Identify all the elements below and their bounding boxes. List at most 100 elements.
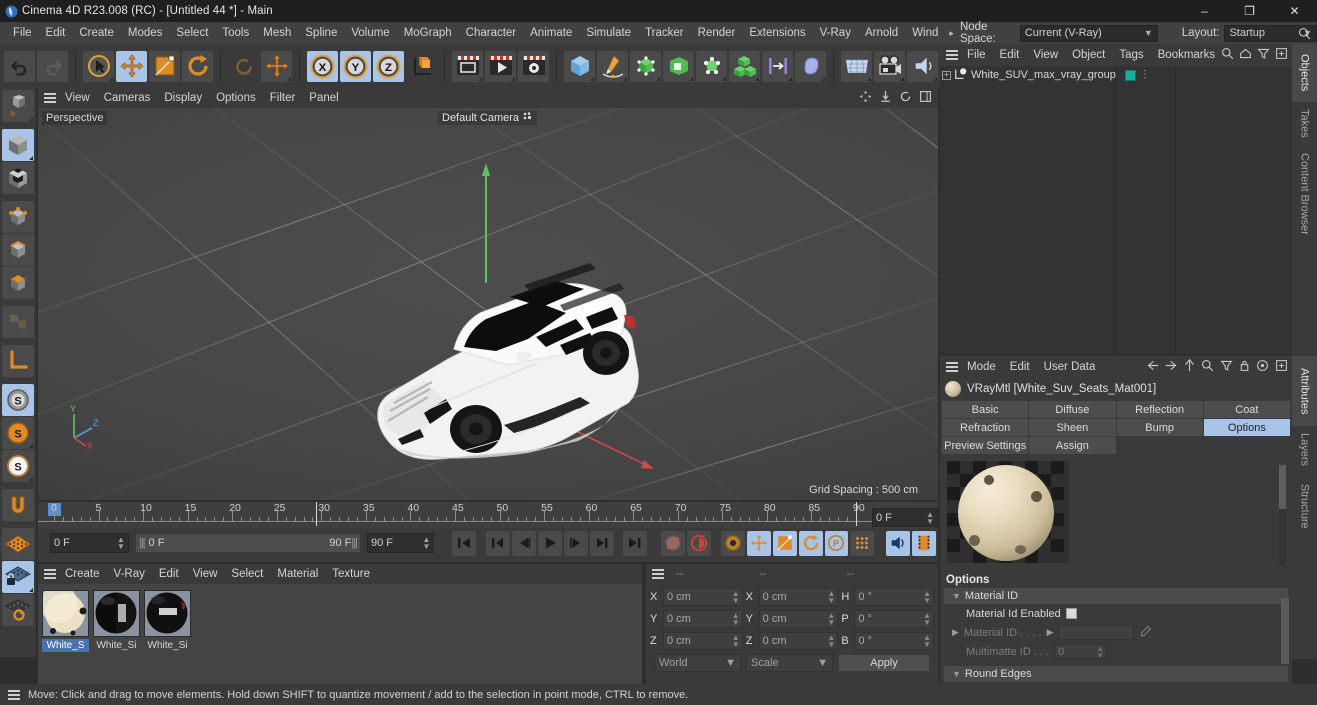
close-button[interactable]: ✕	[1272, 0, 1317, 22]
menu-character[interactable]: Character	[459, 22, 524, 44]
viewport-menu-cameras[interactable]: Cameras	[97, 88, 158, 108]
mograph-cloner-button[interactable]	[729, 50, 760, 82]
attribute-scrollbar-thumb[interactable]	[1281, 598, 1289, 664]
coord-field-size-z[interactable]: 0 cm ▲ ▼	[758, 632, 839, 650]
viewport-menu-options[interactable]: Options	[209, 88, 263, 108]
viewport-menu-view[interactable]: View	[58, 88, 97, 108]
tab-basic[interactable]: Basic	[942, 401, 1029, 418]
attribute-manager-hamburger-icon[interactable]	[944, 360, 960, 374]
render-to-picture-viewer-button[interactable]	[485, 50, 516, 82]
deformer-button[interactable]	[696, 50, 727, 82]
menu-tracker[interactable]: Tracker	[638, 22, 691, 44]
render-view-button[interactable]	[452, 50, 483, 82]
tab-sheen[interactable]: Sheen	[1029, 419, 1116, 436]
redo-button[interactable]	[37, 50, 68, 82]
spinner-icon[interactable]: ▲ ▼	[732, 590, 740, 605]
coord-field-pos-x[interactable]: 0 cm ▲ ▼	[663, 588, 743, 606]
snap-white-button[interactable]: S	[2, 450, 34, 482]
spinner-icon[interactable]: ▲ ▼	[117, 536, 125, 551]
vtab-content-browser[interactable]: Content Browser	[1292, 144, 1317, 244]
menu-edit[interactable]: Edit	[39, 22, 73, 44]
edges-mode-button[interactable]	[2, 234, 34, 266]
effector-button[interactable]	[762, 50, 793, 82]
coord-mode-select[interactable]: Scale ▼	[746, 654, 833, 672]
spinner-icon[interactable]: ▲ ▼	[926, 510, 934, 525]
tab-preview-settings[interactable]: Preview Settings	[942, 437, 1029, 454]
material-menu-select[interactable]: Select	[224, 564, 270, 584]
minimize-button[interactable]: –	[1182, 0, 1227, 22]
material-menu-vray[interactable]: V-Ray	[107, 564, 152, 584]
keyframe-selection-button[interactable]	[720, 530, 745, 556]
vtab-attributes[interactable]: Attributes	[1292, 356, 1317, 426]
camera-button[interactable]	[874, 50, 905, 82]
am-menu-edit[interactable]: Edit	[1003, 357, 1037, 377]
point-level-animation-button[interactable]	[850, 530, 875, 556]
move-alt-tool[interactable]	[261, 50, 292, 82]
am-menu-user-data[interactable]: User Data	[1037, 357, 1103, 377]
step-forward-button[interactable]	[563, 530, 588, 556]
step-back-button[interactable]	[511, 530, 536, 556]
menu-create[interactable]: Create	[72, 22, 121, 44]
coord-field-rot-h[interactable]: 0 ° ▲ ▼	[854, 588, 935, 606]
viewport-menu-display[interactable]: Display	[157, 88, 209, 108]
search-icon[interactable]	[1201, 359, 1214, 375]
tab-assign[interactable]: Assign	[1029, 437, 1116, 454]
group-round-edges[interactable]: ▼ Round Edges	[944, 666, 1288, 682]
apply-button[interactable]: Apply	[838, 654, 930, 672]
coord-field-rot-b[interactable]: 0 ° ▲ ▼	[854, 632, 935, 650]
om-menu-view[interactable]: View	[1026, 45, 1065, 65]
material-menu-edit[interactable]: Edit	[152, 564, 186, 584]
spinner-icon[interactable]: ▲ ▼	[732, 612, 740, 627]
menu-window[interactable]: Wind	[905, 22, 945, 44]
chevron-down-icon[interactable]: ▼	[952, 669, 961, 679]
menu-simulate[interactable]: Simulate	[579, 22, 638, 44]
tag-dots-icon[interactable]: ⋮	[1140, 70, 1150, 80]
coord-field-pos-z[interactable]: 0 cm ▲ ▼	[663, 632, 743, 650]
forward-arrow-icon[interactable]	[1165, 360, 1178, 374]
spinner-icon[interactable]: ▲ ▼	[732, 634, 740, 649]
node-space-select[interactable]: Current (V-Ray) ▼	[1019, 24, 1158, 42]
texture-mode-button[interactable]	[2, 162, 34, 194]
menu-mesh[interactable]: Mesh	[256, 22, 298, 44]
material-id-enabled-checkbox[interactable]	[1065, 608, 1077, 619]
attribute-scrollbar[interactable]	[1281, 598, 1289, 686]
boolean-button[interactable]	[663, 50, 694, 82]
key-rotation-button[interactable]	[798, 530, 823, 556]
spinner-icon[interactable]: ▲ ▼	[827, 634, 835, 649]
spinner-icon[interactable]: ▲ ▼	[827, 590, 835, 605]
up-arrow-icon[interactable]	[1184, 358, 1195, 375]
menu-spline[interactable]: Spline	[298, 22, 344, 44]
go-to-start-button[interactable]	[451, 530, 476, 556]
tab-options[interactable]: Options	[1203, 419, 1290, 436]
autokeying-button[interactable]	[686, 530, 711, 556]
status-hamburger-icon[interactable]	[6, 688, 22, 702]
multimatte-id-field[interactable]: 0 ▲ ▼	[1054, 644, 1108, 659]
material-menu-view[interactable]: View	[186, 564, 225, 584]
enable-axis-button[interactable]: S	[2, 384, 34, 416]
tab-refraction[interactable]: Refraction	[942, 419, 1029, 436]
current-frame-field[interactable]: 0 F ▲ ▼	[50, 533, 129, 553]
axis-mode-button[interactable]	[2, 345, 34, 377]
play-button[interactable]	[537, 530, 562, 556]
tab-coat[interactable]: Coat	[1203, 401, 1290, 418]
render-settings-button[interactable]	[518, 50, 549, 82]
camera-dots-icon[interactable]	[523, 112, 533, 124]
polygons-mode-button[interactable]	[2, 267, 34, 299]
lock-icon[interactable]	[1239, 359, 1250, 375]
target-icon[interactable]	[1256, 359, 1269, 375]
material-id-color-field[interactable]	[1058, 625, 1135, 640]
material-item[interactable]: White_S	[42, 590, 89, 652]
record-active-objects-button[interactable]	[660, 530, 685, 556]
om-menu-tags[interactable]: Tags	[1112, 45, 1150, 65]
workplane-rotate-button[interactable]	[2, 594, 34, 626]
x-axis-lock-button[interactable]: X	[307, 50, 338, 82]
move-tool[interactable]	[116, 50, 147, 82]
rotate-alt-tool[interactable]	[228, 51, 259, 82]
menu-overflow-icon[interactable]: ▸	[945, 28, 958, 39]
spinner-icon[interactable]: ▲ ▼	[923, 590, 931, 605]
tab-bump[interactable]: Bump	[1116, 419, 1203, 436]
sound-playback-button[interactable]	[886, 530, 911, 556]
lock-workplane-button[interactable]	[2, 561, 34, 593]
coordinates-hamburger-icon[interactable]	[650, 567, 666, 581]
maximize-view-icon[interactable]	[919, 90, 932, 106]
